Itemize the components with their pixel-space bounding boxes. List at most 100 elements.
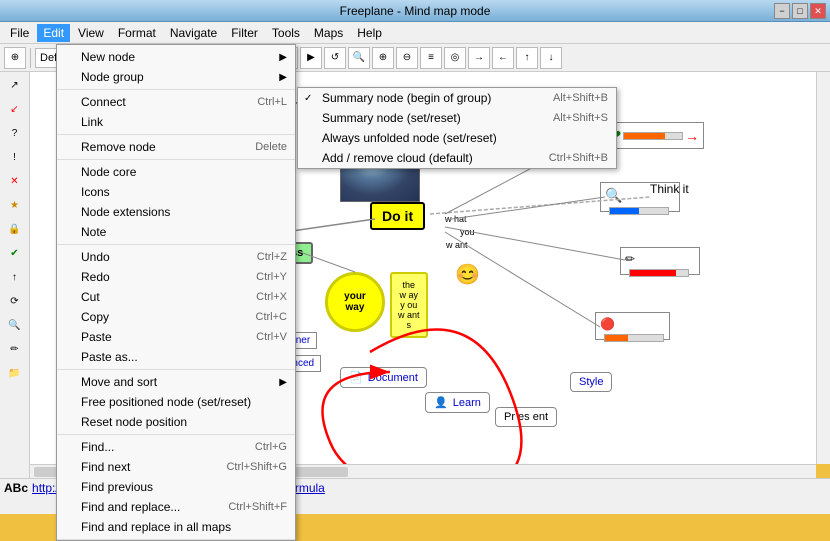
tb-btn10[interactable]: ←: [492, 47, 514, 69]
sidebar-btn-6[interactable]: ★: [4, 194, 26, 216]
summary-begin-shortcut: Alt+Shift+B: [553, 92, 608, 104]
menu-find[interactable]: Find... Ctrl+G: [57, 437, 295, 457]
menu-paste[interactable]: Paste Ctrl+V: [57, 327, 295, 347]
tb-btn8[interactable]: ◎: [444, 47, 466, 69]
menu-reset-position[interactable]: Reset node position: [57, 412, 295, 432]
tb-btn9[interactable]: →: [468, 47, 490, 69]
redo-label: Redo: [81, 270, 110, 284]
menu-edit[interactable]: Edit: [37, 24, 70, 42]
tb-btn3[interactable]: ↺: [324, 47, 346, 69]
submenu-add-remove-cloud[interactable]: Add / remove cloud (default) Ctrl+Shift+…: [298, 148, 616, 168]
menu-help[interactable]: Help: [351, 24, 388, 42]
menu-navigate[interactable]: Navigate: [164, 24, 223, 42]
tb-btn5[interactable]: ⊕: [372, 47, 394, 69]
sidebar-btn-12[interactable]: ✏: [4, 338, 26, 360]
menu-format[interactable]: Format: [112, 24, 162, 42]
tb-sep1: [30, 48, 31, 68]
move-sort-arrow: ▶: [279, 377, 287, 388]
paste-as-label: Paste as...: [81, 350, 138, 364]
tb-btn2[interactable]: ▶: [300, 47, 322, 69]
undo-shortcut: Ctrl+Z: [257, 251, 287, 263]
menu-move-sort[interactable]: Move and sort ▶: [57, 372, 295, 392]
learn-node[interactable]: 👤 Learn: [425, 392, 490, 413]
tb-btn7[interactable]: ≡: [420, 47, 442, 69]
sidebar-btn-8[interactable]: ✔: [4, 242, 26, 264]
present-node[interactable]: Pr es ent: [495, 407, 557, 427]
minimize-button[interactable]: −: [774, 3, 790, 19]
menu-find-next[interactable]: Find next Ctrl+Shift+G: [57, 457, 295, 477]
menu-find-replace[interactable]: Find and replace... Ctrl+Shift+F: [57, 497, 295, 517]
tb-btn12[interactable]: ↓: [540, 47, 562, 69]
sidebar-btn-7[interactable]: 🔒: [4, 218, 26, 240]
icons-label: Icons: [81, 185, 110, 199]
find-shortcut: Ctrl+G: [255, 441, 287, 453]
menu-view[interactable]: View: [72, 24, 110, 42]
menu-find-previous[interactable]: Find previous: [57, 477, 295, 497]
star-yellow-icon: 🔍: [605, 187, 622, 203]
document-node[interactable]: 📄 Document: [340, 367, 427, 388]
menu-link[interactable]: Link: [57, 112, 295, 132]
want-node[interactable]: the w ay y ou w ant s: [390, 272, 428, 338]
copy-shortcut: Ctrl+C: [256, 311, 287, 323]
maximize-button[interactable]: □: [792, 3, 808, 19]
sidebar-btn-1[interactable]: ↗: [4, 74, 26, 96]
menu-connect[interactable]: Connect Ctrl+L: [57, 92, 295, 112]
menu-node-extensions[interactable]: Node extensions: [57, 202, 295, 222]
find-replace-all-label: Find and replace in all maps: [81, 520, 231, 534]
menu-file[interactable]: File: [4, 24, 35, 42]
menu-remove-node[interactable]: Remove node Delete: [57, 137, 295, 157]
menu-note[interactable]: Note: [57, 222, 295, 242]
node-group-submenu: ✓ Summary node (begin of group) Alt+Shif…: [297, 87, 617, 169]
menu-node-group[interactable]: Node group ▶ ✓ Summary node (begin of gr…: [57, 67, 295, 87]
tb-btn11[interactable]: ↑: [516, 47, 538, 69]
paste-label: Paste: [81, 330, 112, 344]
submenu-summary-begin[interactable]: ✓ Summary node (begin of group) Alt+Shif…: [298, 88, 616, 108]
menu-undo[interactable]: Undo Ctrl+Z: [57, 247, 295, 267]
node-extensions-label: Node extensions: [81, 205, 170, 219]
edit-menu-dropdown: New node ▶ Node group ▶ ✓ Summary node (…: [56, 44, 296, 541]
tb-btn6[interactable]: ⊖: [396, 47, 418, 69]
thinkit-node[interactable]: Think it: [650, 182, 689, 196]
menu-new-node[interactable]: New node ▶: [57, 47, 295, 67]
remove-shortcut: Delete: [255, 141, 287, 153]
title-bar: Freeplane - Mind map mode − □ ✕: [0, 0, 830, 22]
submenu-always-unfolded[interactable]: Always unfolded node (set/reset): [298, 128, 616, 148]
sidebar-btn-10[interactable]: ⟳: [4, 290, 26, 312]
menu-section-7: Find... Ctrl+G Find next Ctrl+Shift+G Fi…: [57, 435, 295, 540]
menu-maps[interactable]: Maps: [308, 24, 349, 42]
menu-icons[interactable]: Icons: [57, 182, 295, 202]
scrollbar-right[interactable]: [816, 72, 830, 464]
menu-cut[interactable]: Cut Ctrl+X: [57, 287, 295, 307]
close-button[interactable]: ✕: [810, 3, 826, 19]
tb-new-node[interactable]: ⊕: [4, 47, 26, 69]
sidebar-btn-11[interactable]: 🔍: [4, 314, 26, 336]
sidebar-btn-2[interactable]: ↙: [4, 98, 26, 120]
label-what: w hat: [445, 214, 467, 224]
yourway-node[interactable]: your way: [325, 272, 385, 332]
label-ant: w ant: [446, 240, 468, 250]
menu-paste-as[interactable]: Paste as...: [57, 347, 295, 367]
window-title: Freeplane - Mind map mode: [340, 4, 491, 18]
menu-find-replace-all[interactable]: Find and replace in all maps: [57, 517, 295, 537]
sidebar-btn-4[interactable]: !: [4, 146, 26, 168]
menu-free-positioned[interactable]: Free positioned node (set/reset): [57, 392, 295, 412]
label-you: you: [460, 227, 475, 237]
menu-copy[interactable]: Copy Ctrl+C: [57, 307, 295, 327]
menu-tools[interactable]: Tools: [266, 24, 306, 42]
sidebar-btn-9[interactable]: ↑: [4, 266, 26, 288]
menu-node-core[interactable]: Node core: [57, 162, 295, 182]
menu-redo[interactable]: Redo Ctrl+Y: [57, 267, 295, 287]
sidebar-btn-3[interactable]: ?: [4, 122, 26, 144]
sidebar-btn-13[interactable]: 📁: [4, 362, 26, 384]
sidebar-btn-5[interactable]: ✕: [4, 170, 26, 192]
menu-section-3: Remove node Delete: [57, 135, 295, 160]
reset-position-label: Reset node position: [81, 415, 187, 429]
submenu-summary-reset[interactable]: Summary node (set/reset) Alt+Shift+S: [298, 108, 616, 128]
doit-node[interactable]: Do it: [370, 202, 425, 230]
menu-filter[interactable]: Filter: [225, 24, 264, 42]
right-box-1-bar: [623, 129, 683, 143]
left-sidebar: ↗ ↙ ? ! ✕ ★ 🔒 ✔ ↑ ⟳ 🔍 ✏ 📁: [0, 72, 30, 478]
undo-label: Undo: [81, 250, 110, 264]
style-node[interactable]: Style: [570, 372, 612, 392]
tb-btn4[interactable]: 🔍: [348, 47, 370, 69]
